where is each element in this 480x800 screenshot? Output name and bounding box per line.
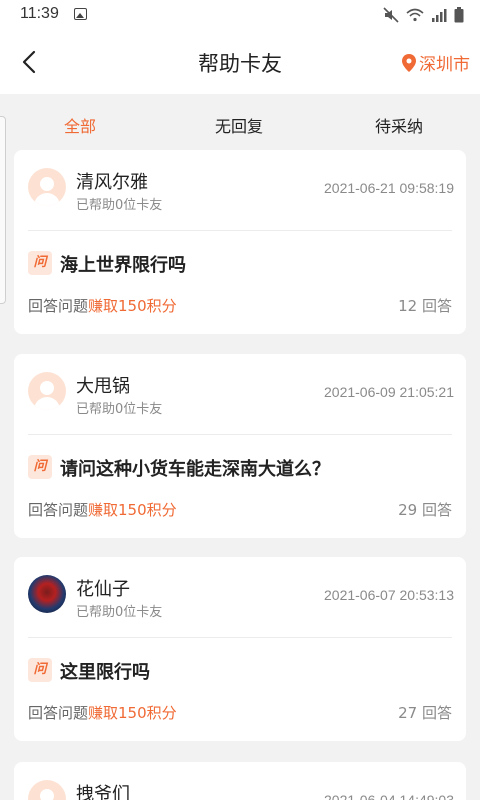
avatar[interactable] bbox=[28, 780, 66, 800]
tab-no-reply[interactable]: 无回复 bbox=[215, 113, 263, 137]
answer-prefix: 回答问题 bbox=[28, 704, 89, 722]
helped-count: 已帮助0位卡友 bbox=[76, 402, 163, 417]
reward-text: 赚取150积分 bbox=[88, 297, 177, 315]
filter-tabs: 全部 无回复 待采纳 bbox=[0, 94, 480, 150]
answer-count: 29 回答 bbox=[398, 501, 452, 519]
question-text[interactable]: 海上世界限行吗 bbox=[60, 251, 186, 277]
tab-all[interactable]: 全部 bbox=[64, 113, 96, 137]
reward-text: 赚取150积分 bbox=[88, 501, 177, 519]
question-badge-icon: 问 bbox=[28, 658, 52, 682]
city-label: 深圳市 bbox=[419, 55, 470, 75]
status-bar: 11:39 bbox=[0, 0, 480, 30]
helped-count: 已帮助0位卡友 bbox=[76, 198, 163, 213]
question-card[interactable]: 拽爷们 2021-06-04 14:49:03 bbox=[14, 762, 466, 800]
avatar[interactable] bbox=[28, 575, 66, 613]
divider bbox=[28, 637, 452, 638]
helped-count: 已帮助0位卡友 bbox=[76, 605, 163, 620]
answer-link[interactable]: 回答问题赚取150积分 bbox=[28, 702, 177, 723]
question-card[interactable]: 大甩锅 已帮助0位卡友 2021-06-09 21:05:21 问 请问这种小货… bbox=[14, 354, 466, 538]
post-time: 2021-06-04 14:49:03 bbox=[324, 792, 454, 800]
status-icons bbox=[383, 7, 464, 23]
app-header: 帮助卡友 深圳市 bbox=[0, 30, 480, 94]
battery-icon bbox=[454, 7, 464, 23]
divider bbox=[28, 230, 452, 231]
user-name: 大甩锅 bbox=[76, 376, 130, 397]
location-pin-icon bbox=[402, 53, 416, 72]
user-name: 花仙子 bbox=[76, 579, 130, 600]
question-badge-icon: 问 bbox=[28, 455, 52, 479]
mute-icon bbox=[383, 7, 399, 23]
answer-link[interactable]: 回答问题赚取150积分 bbox=[28, 499, 177, 520]
answer-prefix: 回答问题 bbox=[28, 297, 89, 315]
answer-link[interactable]: 回答问题赚取150积分 bbox=[28, 295, 177, 316]
question-text[interactable]: 请问这种小货车能走深南大道么？ bbox=[60, 455, 330, 481]
question-card[interactable]: 清风尔雅 已帮助0位卡友 2021-06-21 09:58:19 问 海上世界限… bbox=[14, 150, 466, 334]
avatar[interactable] bbox=[28, 168, 66, 206]
reward-text: 赚取150积分 bbox=[88, 704, 177, 722]
user-name: 清风尔雅 bbox=[76, 172, 148, 193]
wifi-icon bbox=[406, 8, 424, 22]
answer-prefix: 回答问题 bbox=[28, 501, 89, 519]
post-time: 2021-06-21 09:58:19 bbox=[324, 180, 454, 196]
post-time: 2021-06-07 20:53:13 bbox=[324, 587, 454, 603]
answer-count: 12 回答 bbox=[398, 297, 452, 315]
status-time: 11:39 bbox=[20, 5, 59, 22]
question-text[interactable]: 这里限行吗 bbox=[60, 658, 150, 684]
post-time: 2021-06-09 21:05:21 bbox=[324, 384, 454, 400]
question-card[interactable]: 花仙子 已帮助0位卡友 2021-06-07 20:53:13 问 这里限行吗 … bbox=[14, 557, 466, 741]
tab-pending-accept[interactable]: 待采纳 bbox=[375, 113, 423, 137]
avatar[interactable] bbox=[28, 372, 66, 410]
signal-icon bbox=[432, 9, 447, 22]
question-badge-icon: 问 bbox=[28, 251, 52, 275]
city-selector[interactable]: 深圳市 bbox=[402, 50, 470, 75]
side-drawer-handle[interactable] bbox=[0, 116, 6, 304]
answer-count: 27 回答 bbox=[398, 704, 452, 722]
image-notification-icon bbox=[74, 8, 87, 20]
user-name: 拽爷们 bbox=[76, 784, 130, 800]
divider bbox=[28, 434, 452, 435]
